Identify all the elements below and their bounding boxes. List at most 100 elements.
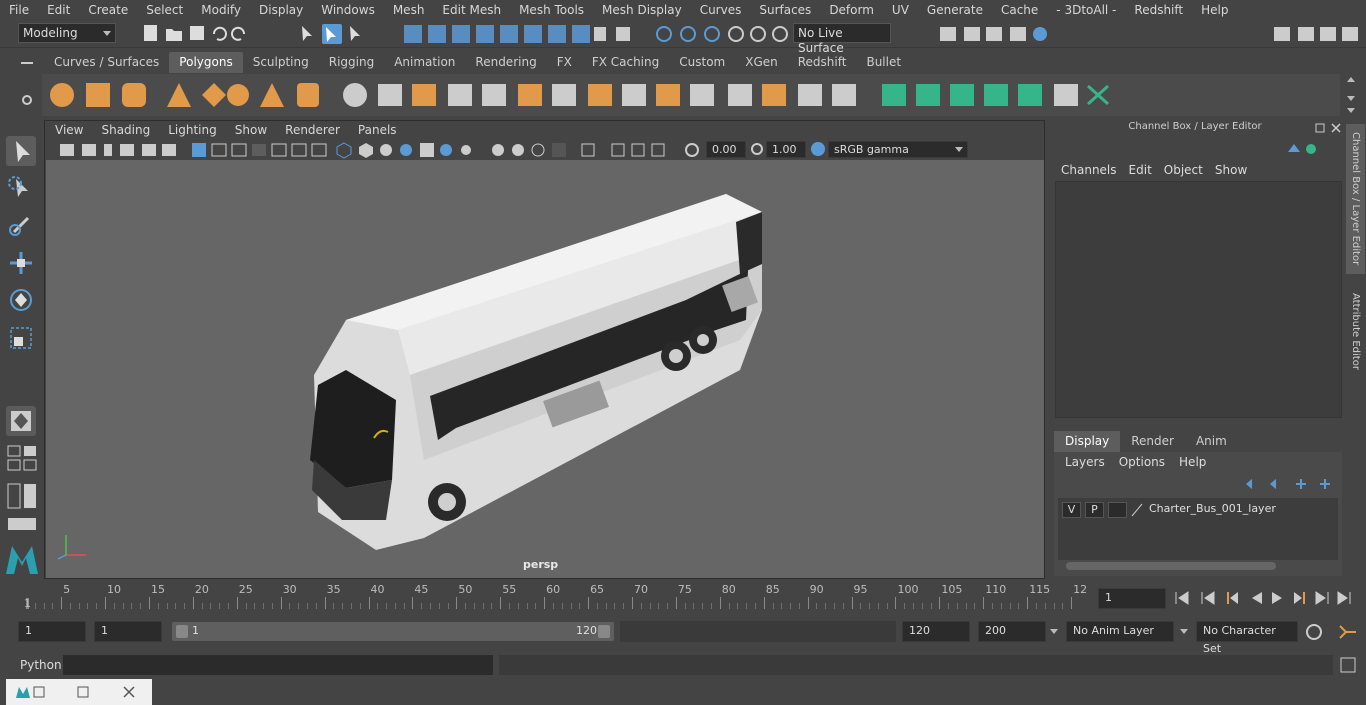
shelf-tab-polygons[interactable]: Polygons	[169, 52, 243, 73]
shelf-scroll-icon[interactable]	[1344, 74, 1358, 114]
shelf-tab-fx-caching[interactable]: FX Caching	[582, 52, 669, 73]
command-input[interactable]	[63, 655, 493, 675]
playback-controls[interactable]	[1172, 588, 1358, 608]
menu-generate[interactable]: Generate	[918, 3, 992, 17]
channel-box-menu-channels[interactable]: Channels	[1055, 163, 1123, 177]
snap-tools-icons[interactable]	[396, 23, 636, 45]
menu-help[interactable]: Help	[1192, 3, 1237, 17]
menu-windows[interactable]: Windows	[312, 3, 384, 17]
scene-start-field[interactable]: 1	[18, 621, 86, 642]
viewport-menu-lighting[interactable]: Lighting	[159, 123, 226, 137]
panel-controls-icons[interactable]	[1314, 122, 1344, 134]
channel-box-menu-show[interactable]: Show	[1209, 163, 1253, 177]
menu-select[interactable]: Select	[137, 3, 192, 17]
anim-layer-field[interactable]: No Anim Layer	[1066, 621, 1174, 642]
viewport-menu-view[interactable]: View	[46, 123, 92, 137]
shelf-tab-redshift[interactable]: Redshift	[788, 52, 857, 73]
gamma-icon[interactable]	[750, 142, 764, 156]
lasso-tool[interactable]	[6, 174, 36, 204]
shelf-tab-rigging[interactable]: Rigging	[319, 52, 384, 73]
side-tab-attribute-editor[interactable]: Attribute Editor	[1346, 286, 1365, 376]
menu-mesh-display[interactable]: Mesh Display	[593, 3, 691, 17]
gamma-field[interactable]: 1.00	[766, 141, 806, 158]
soft-select-icons[interactable]	[654, 23, 794, 45]
shelf-tab-fx[interactable]: FX	[547, 52, 582, 73]
window-controls[interactable]	[14, 684, 154, 700]
playback-end-field[interactable]: 120	[902, 621, 970, 642]
menu-3dtoall[interactable]: - 3DtoAll -	[1047, 3, 1125, 17]
layer-menu-layers[interactable]: Layers	[1058, 455, 1112, 469]
layer-menu-help[interactable]: Help	[1172, 455, 1213, 469]
layer-playback-toggle[interactable]: P	[1085, 502, 1104, 518]
viewport-menu-renderer[interactable]: Renderer	[276, 123, 349, 137]
render-tools-icons[interactable]	[936, 23, 1056, 45]
rotate-tool[interactable]	[6, 285, 36, 315]
shelf-tab-bullet[interactable]: Bullet	[856, 52, 911, 73]
layer-color-icon[interactable]	[1130, 503, 1144, 517]
script-editor-icon[interactable]	[1340, 657, 1356, 673]
menu-mesh[interactable]: Mesh	[384, 3, 434, 17]
color-space-dropdown[interactable]: sRGB gamma	[828, 141, 968, 158]
layer-tab-display[interactable]: Display	[1054, 431, 1121, 452]
menu-file[interactable]: File	[0, 3, 38, 17]
menu-deform[interactable]: Deform	[820, 3, 883, 17]
menu-modify[interactable]: Modify	[192, 3, 250, 17]
menu-cache[interactable]: Cache	[992, 3, 1047, 17]
range-start-handle[interactable]	[176, 625, 188, 638]
menu-edit[interactable]: Edit	[38, 3, 79, 17]
shelf-tab-curves-surfaces[interactable]: Curves / Surfaces	[44, 52, 169, 73]
current-frame-field[interactable]: 1	[1098, 588, 1166, 609]
layer-menu-options[interactable]: Options	[1112, 455, 1172, 469]
shelf-icons[interactable]	[42, 74, 1340, 116]
exposure-field[interactable]: 0.00	[706, 141, 746, 158]
select-mode-icons[interactable]	[296, 23, 376, 45]
viewport-menu-panels[interactable]: Panels	[349, 123, 406, 137]
shelf-tab-xgen[interactable]: XGen	[735, 52, 788, 73]
move-tool[interactable]	[6, 248, 36, 278]
layer-row[interactable]: V P Charter_Bus_001_layer	[1058, 498, 1338, 522]
layer-scrollbar[interactable]	[1066, 562, 1276, 570]
layout-icons[interactable]	[6, 442, 38, 532]
layer-tab-render[interactable]: Render	[1120, 431, 1185, 452]
viewport-menu-show[interactable]: Show	[226, 123, 276, 137]
scale-tool[interactable]	[6, 323, 36, 353]
shelf-tab-rendering[interactable]: Rendering	[465, 52, 546, 73]
menu-create[interactable]: Create	[79, 3, 137, 17]
viewport-toolbar-icons[interactable]	[54, 141, 744, 159]
playback-start-field[interactable]: 1	[94, 621, 162, 642]
mode-dropdown[interactable]: Modeling	[18, 23, 116, 43]
side-tab-channel-box[interactable]: Channel Box / Layer Editor	[1346, 124, 1365, 274]
layer-action-icons[interactable]	[1244, 476, 1336, 492]
channel-box-menu-edit[interactable]: Edit	[1123, 163, 1158, 177]
channel-box-menu-object[interactable]: Object	[1158, 163, 1209, 177]
character-set-field[interactable]: No Character Set	[1196, 621, 1298, 655]
paint-select-tool[interactable]	[6, 210, 36, 240]
menu-redshift[interactable]: Redshift	[1125, 3, 1192, 17]
select-tool[interactable]	[6, 136, 36, 166]
menu-mesh-tools[interactable]: Mesh Tools	[510, 3, 593, 17]
channel-box-toggles[interactable]	[1284, 140, 1324, 158]
shelf-menu-icon[interactable]	[20, 56, 34, 116]
menu-edit-mesh[interactable]: Edit Mesh	[433, 3, 510, 17]
live-surface-field[interactable]: No Live Surface	[793, 23, 891, 55]
menu-uv[interactable]: UV	[883, 3, 918, 17]
prefs-icons[interactable]	[1304, 622, 1360, 642]
menu-display[interactable]: Display	[250, 3, 312, 17]
chevron-down-icon[interactable]	[1180, 629, 1188, 634]
color-management-icon[interactable]	[810, 141, 826, 157]
soft-mod-tool[interactable]	[6, 406, 36, 436]
menu-surfaces[interactable]: Surfaces	[750, 3, 820, 17]
chevron-down-icon[interactable]	[1050, 629, 1058, 634]
range-end-handle[interactable]	[598, 625, 610, 638]
viewport-menu-shading[interactable]: Shading	[92, 123, 159, 137]
3d-viewport[interactable]: persp	[46, 160, 1044, 578]
scene-end-field[interactable]: 200	[978, 621, 1046, 642]
file-tools-icons[interactable]	[140, 24, 260, 44]
layer-display-type-toggle[interactable]	[1108, 502, 1127, 518]
layer-visibility-toggle[interactable]: V	[1062, 502, 1081, 518]
command-language-label[interactable]: Python	[20, 658, 62, 672]
shelf-tab-custom[interactable]: Custom	[669, 52, 735, 73]
shelf-tab-animation[interactable]: Animation	[384, 52, 465, 73]
channel-box-area[interactable]	[1055, 181, 1342, 418]
layer-tab-anim[interactable]: Anim	[1185, 431, 1238, 452]
